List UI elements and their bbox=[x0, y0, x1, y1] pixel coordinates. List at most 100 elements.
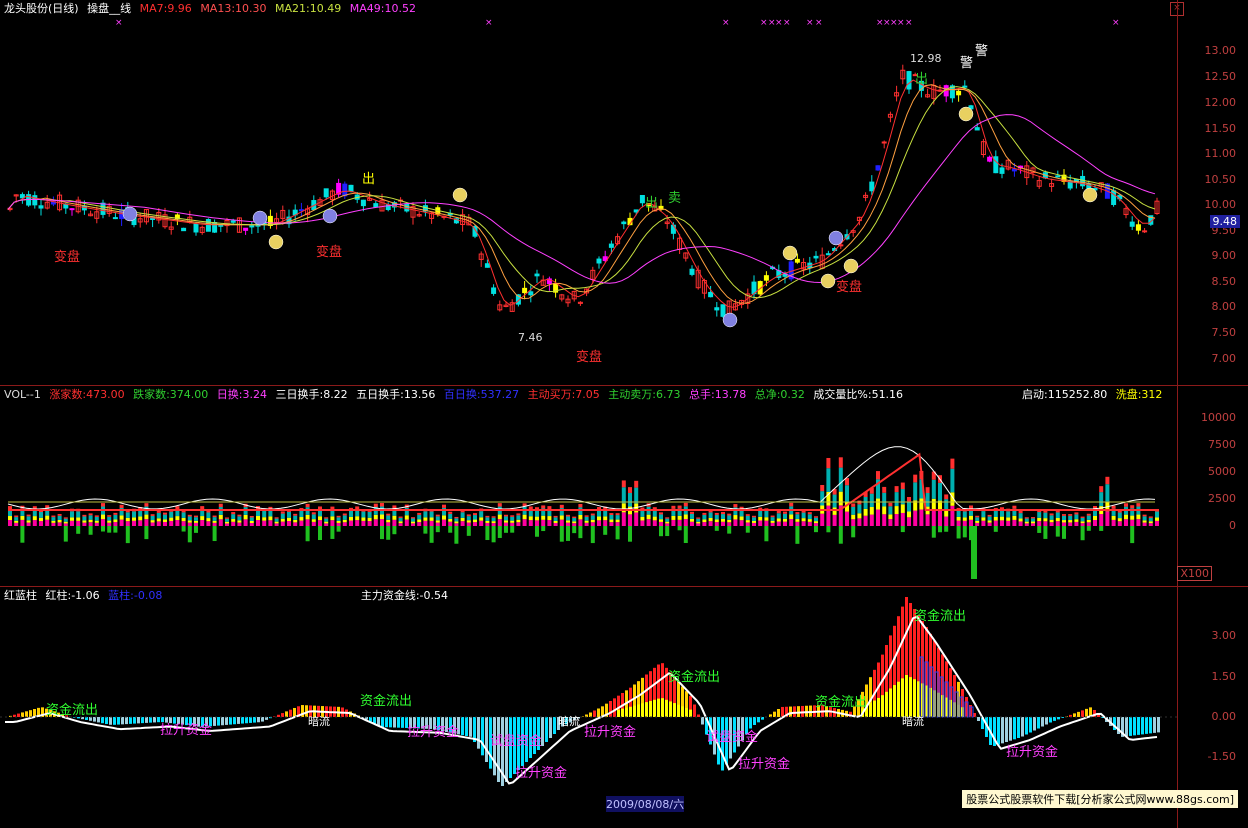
candle-body bbox=[342, 183, 348, 197]
volume-bar bbox=[702, 512, 707, 515]
volume-bar bbox=[578, 514, 583, 520]
volume-bar bbox=[1105, 511, 1110, 526]
volume-bar bbox=[770, 517, 775, 521]
fund-yellow-bar bbox=[869, 703, 872, 717]
volume-bar bbox=[274, 521, 279, 524]
volume-bar bbox=[1148, 523, 1153, 526]
fund-yellow-bar bbox=[685, 707, 688, 717]
volume-bar bbox=[975, 515, 980, 518]
volume-bar bbox=[584, 522, 589, 526]
volume-bar bbox=[609, 513, 614, 515]
volume-bar bbox=[473, 519, 477, 523]
volume-bar bbox=[225, 523, 229, 526]
volume-bar bbox=[119, 504, 124, 508]
volume-neg-bar bbox=[665, 526, 670, 537]
volume-bar bbox=[708, 517, 713, 522]
volume-bar bbox=[305, 503, 310, 508]
candle-body bbox=[714, 307, 720, 311]
volume-bar bbox=[45, 519, 50, 526]
fund-yellow-bar bbox=[665, 699, 668, 717]
fund-red-bar bbox=[29, 710, 32, 717]
volume-bar bbox=[665, 517, 670, 519]
candle-body bbox=[639, 194, 645, 204]
volume-unit: X100 bbox=[1177, 566, 1212, 581]
volume-bar bbox=[528, 516, 533, 521]
volume-bar bbox=[361, 520, 366, 526]
volume-bar bbox=[566, 522, 570, 526]
volume-bar bbox=[274, 523, 279, 526]
volume-neg-bar bbox=[900, 526, 905, 533]
candle-body bbox=[32, 195, 38, 206]
fund-panel[interactable]: 红蓝柱 红柱:-1.06 蓝柱:-0.08 主力资金线:-0.54 3.00 1… bbox=[0, 587, 1248, 828]
signal-lift: 拉升资金 bbox=[584, 725, 637, 740]
kline-panel[interactable]: 龙头股份(日线) 操盘__线 MA7:9.96 MA13:10.30 MA21:… bbox=[0, 0, 1248, 385]
candle-body bbox=[763, 275, 769, 281]
volume-bar bbox=[708, 512, 713, 518]
volume-bar bbox=[63, 517, 68, 519]
volume-neg-bar bbox=[962, 526, 967, 538]
volume-bar bbox=[380, 514, 384, 520]
fund-blue-bar bbox=[253, 717, 256, 723]
volume-neg-bar bbox=[578, 526, 583, 539]
volume-bar bbox=[411, 517, 415, 519]
candle-body bbox=[993, 156, 999, 174]
volume-neg-bar bbox=[63, 526, 68, 542]
volume-bar bbox=[14, 522, 19, 526]
volume-bar bbox=[156, 521, 161, 526]
smile-face-icon bbox=[452, 187, 468, 203]
volume-bar bbox=[733, 515, 738, 520]
volume-bar bbox=[814, 521, 818, 524]
volume-bar bbox=[640, 510, 645, 517]
volume-bar bbox=[814, 523, 818, 526]
fund-blue-bar bbox=[393, 717, 396, 728]
volume-bar bbox=[956, 516, 961, 521]
fund-blue-bar bbox=[497, 717, 500, 782]
volume-bar bbox=[801, 521, 806, 526]
volume-bar bbox=[163, 514, 167, 520]
volume-bar bbox=[907, 511, 911, 518]
volume-bar bbox=[386, 513, 391, 516]
volume-neg-bar bbox=[194, 526, 198, 533]
candle-body bbox=[708, 291, 714, 298]
volume-bar bbox=[466, 520, 471, 523]
volume-bar bbox=[1049, 522, 1054, 526]
fund-blue-bar bbox=[249, 717, 252, 723]
volume-bar bbox=[801, 518, 806, 522]
volume-bar bbox=[869, 506, 874, 515]
volume-bar bbox=[516, 519, 521, 523]
volume-bar bbox=[1018, 513, 1023, 519]
volume-bar bbox=[504, 514, 508, 517]
candle-body bbox=[720, 304, 726, 317]
top-marker: × bbox=[1112, 18, 1120, 28]
volume-bar bbox=[1086, 519, 1091, 523]
volume-bar bbox=[789, 514, 794, 520]
volume-bar bbox=[336, 520, 341, 523]
volume-neg-bar bbox=[838, 526, 843, 544]
volume-bar bbox=[243, 519, 248, 526]
volume-bar bbox=[231, 512, 236, 515]
volume-bar bbox=[944, 510, 949, 517]
volume-bar bbox=[125, 521, 130, 526]
volume-bar bbox=[82, 520, 87, 523]
volume-bar bbox=[950, 458, 955, 469]
volume-bar bbox=[876, 471, 880, 480]
volume-bar bbox=[1018, 521, 1023, 526]
volume-bar bbox=[324, 523, 329, 526]
fund-yellow-bar bbox=[881, 695, 884, 717]
fund-yellow-bar bbox=[913, 679, 916, 717]
volume-bar bbox=[94, 516, 99, 521]
volume-bar bbox=[888, 514, 893, 520]
volume-bar bbox=[194, 515, 198, 518]
volume-bar bbox=[144, 503, 149, 507]
volume-neg-bar bbox=[435, 526, 440, 533]
volume-bar bbox=[76, 517, 81, 521]
volume-bar bbox=[851, 503, 856, 507]
fund-blue-bar bbox=[229, 717, 232, 725]
volume-neg-bar bbox=[1037, 526, 1042, 533]
volume-panel[interactable]: VOL--1 涨家数:473.00 跌家数:374.00 日换:3.24 三日换… bbox=[0, 386, 1248, 586]
volume-bar bbox=[1080, 517, 1085, 522]
volume-bar bbox=[733, 519, 738, 526]
signal-outflow: 资金流出 bbox=[815, 695, 868, 710]
candle-body bbox=[596, 258, 602, 264]
volume-bar bbox=[280, 513, 285, 519]
